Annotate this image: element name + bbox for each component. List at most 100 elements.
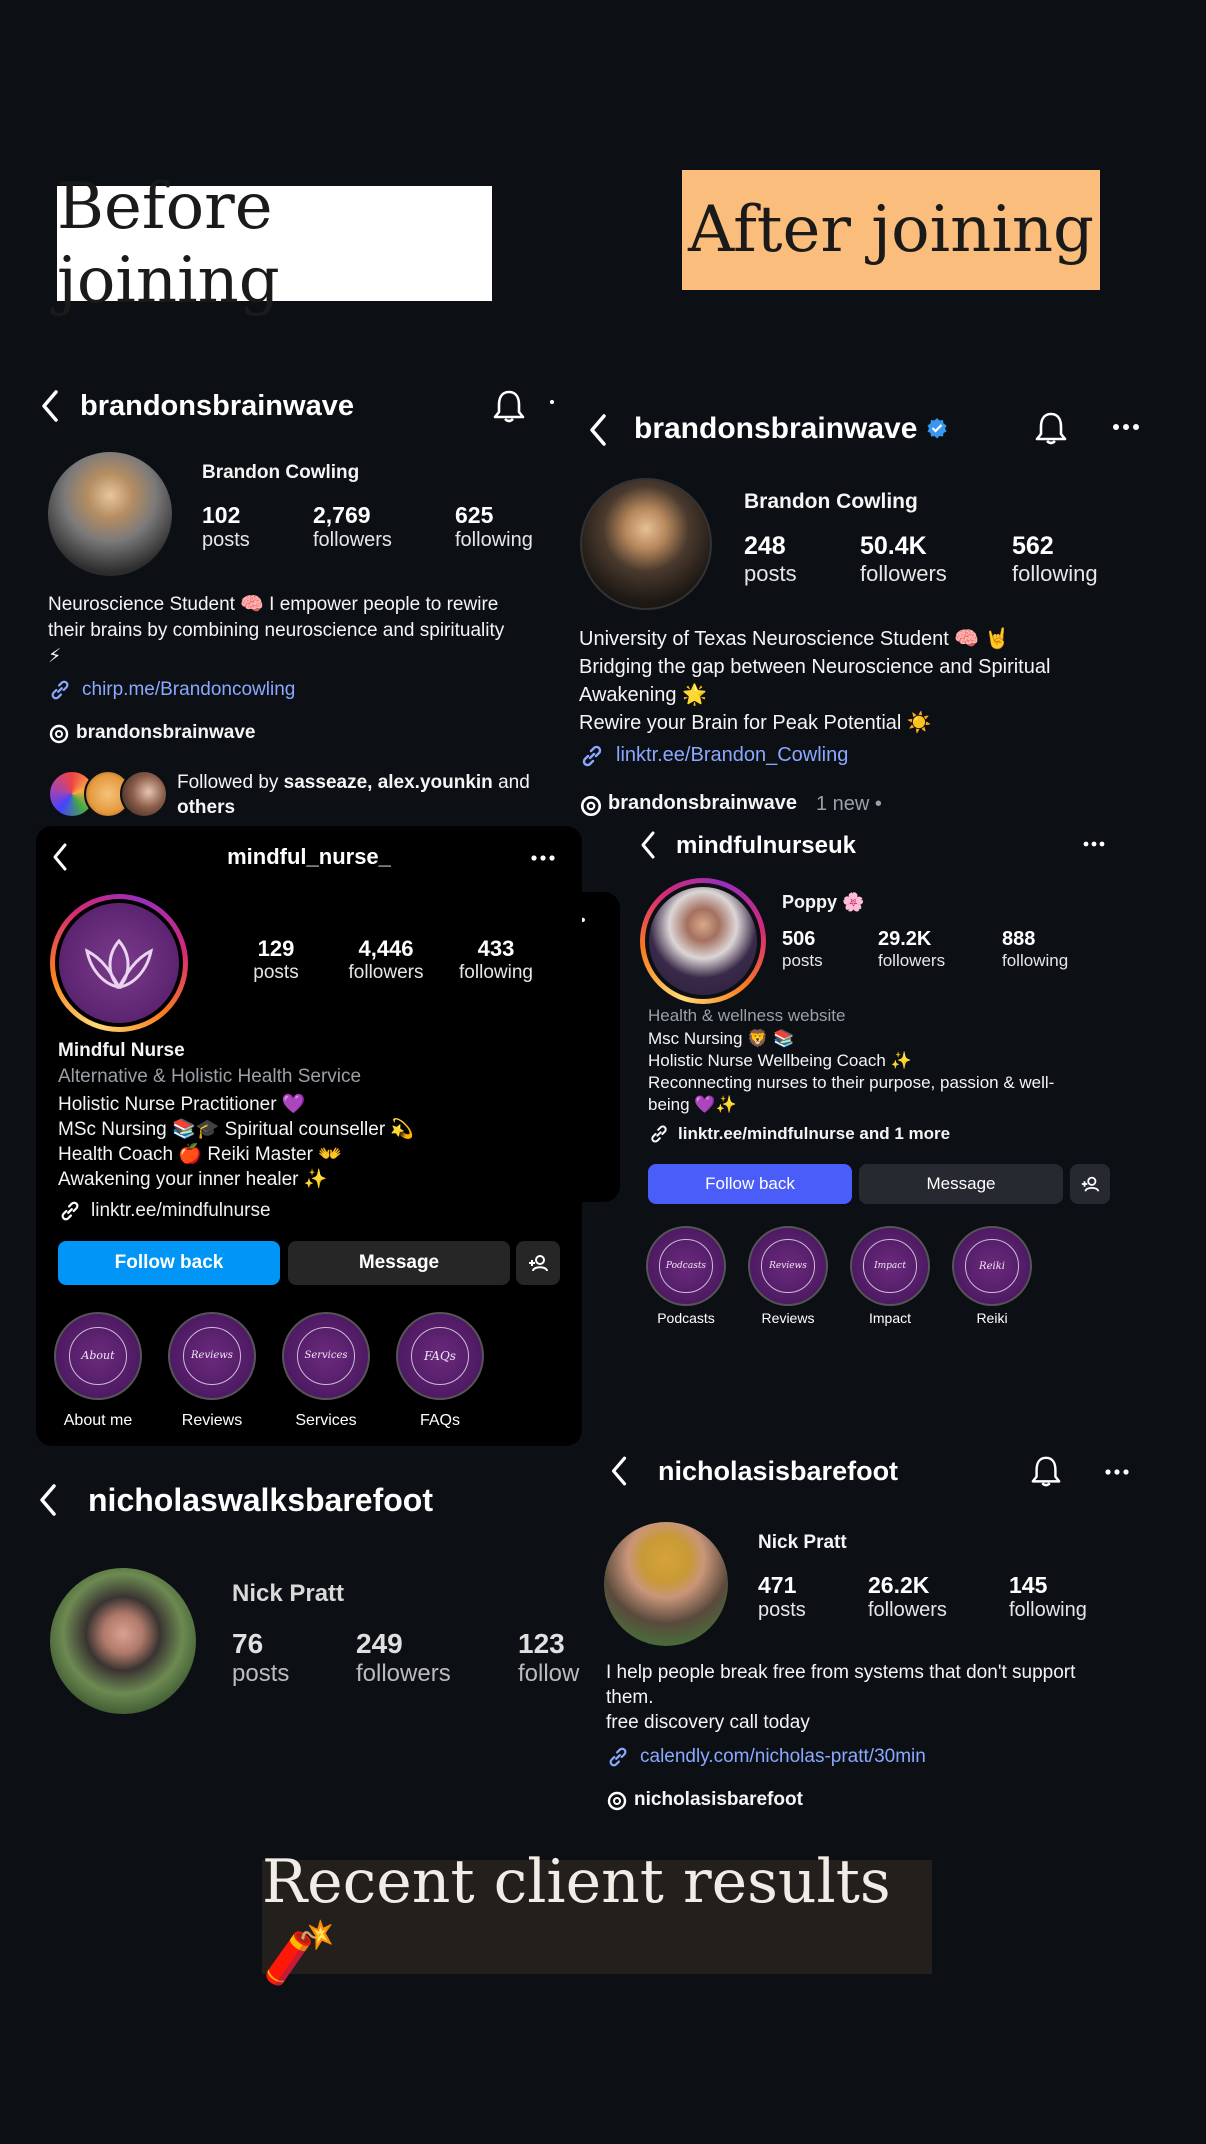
- stat-posts[interactable]: 506 posts: [782, 928, 823, 971]
- back-arrow-icon[interactable]: [38, 388, 62, 424]
- followed-by-others[interactable]: others: [177, 797, 235, 818]
- stat-posts[interactable]: 129 posts: [236, 936, 316, 984]
- bio-line: University of Texas Neuroscience Student…: [579, 628, 1010, 650]
- stat-value: 26.2K: [868, 1572, 930, 1598]
- profile-card-before-nicholas: nicholaswalksbarefoot Nick Pratt 76 post…: [22, 1462, 580, 1732]
- highlight-podcasts[interactable]: Podcasts: [646, 1226, 726, 1306]
- profile-full-name: Mindful Nurse: [58, 1040, 185, 1061]
- bio-line: Holistic Nurse Wellbeing Coach ✨: [648, 1051, 912, 1070]
- stat-following[interactable]: 625 following: [455, 502, 533, 552]
- stat-following[interactable]: 888 following: [1002, 928, 1068, 971]
- stat-value: 248: [744, 532, 786, 560]
- highlight-label: Reviews: [181, 1412, 243, 1429]
- stat-following[interactable]: 562 following: [1012, 532, 1098, 587]
- stat-label: following: [1002, 951, 1069, 970]
- avatar[interactable]: [50, 1568, 196, 1714]
- stat-following[interactable]: 123 follow: [518, 1628, 579, 1688]
- profile-link[interactable]: linktr.ee/mindfulnurse: [91, 1200, 271, 1222]
- threads-icon[interactable]: [48, 723, 70, 745]
- stat-followers[interactable]: 29.2K followers: [878, 928, 945, 971]
- threads-icon[interactable]: [579, 794, 603, 818]
- follow-back-button[interactable]: Follow back: [58, 1241, 280, 1285]
- stat-label: posts: [782, 951, 823, 970]
- profile-username: brandonsbrainwave: [80, 390, 354, 422]
- lotus-icon: [84, 938, 154, 990]
- more-options-icon[interactable]: [1112, 422, 1140, 432]
- more-options-icon[interactable]: [530, 854, 556, 862]
- profile-link[interactable]: linktr.ee/Brandon_Cowling: [616, 744, 848, 767]
- message-button[interactable]: Message: [859, 1164, 1063, 1204]
- highlight-faqs[interactable]: FAQs: [396, 1312, 484, 1400]
- more-dot-icon[interactable]: [550, 400, 554, 404]
- link-icon: [609, 1747, 627, 1767]
- profile-bio: Msc Nursing 🦁 📚 Holistic Nurse Wellbeing…: [648, 1028, 1118, 1116]
- stat-label: following: [455, 529, 533, 551]
- highlight-icon: Reviews: [761, 1239, 815, 1293]
- follow-back-button[interactable]: Follow back: [648, 1164, 852, 1204]
- suggest-user-button[interactable]: [1070, 1164, 1110, 1204]
- stat-followers[interactable]: 4,446 followers: [336, 936, 436, 984]
- threads-username[interactable]: brandonsbrainwave: [76, 722, 256, 744]
- stat-value: 625: [455, 502, 494, 528]
- stat-label: posts: [758, 1599, 806, 1621]
- stat-label: followers: [348, 962, 424, 983]
- more-options-icon[interactable]: [1082, 840, 1106, 848]
- bell-icon[interactable]: [1034, 410, 1068, 446]
- profile-username: nicholasisbarefoot: [658, 1456, 899, 1486]
- highlight-services[interactable]: Services: [282, 1312, 370, 1400]
- stat-value: 29.2K: [878, 928, 932, 950]
- stat-followers[interactable]: 2,769 followers: [313, 502, 392, 552]
- link-icon: [61, 1201, 79, 1221]
- stat-posts[interactable]: 102 posts: [202, 502, 250, 552]
- bell-icon[interactable]: [1030, 1454, 1062, 1488]
- back-arrow-icon[interactable]: [608, 1454, 630, 1488]
- stat-value: 50.4K: [860, 532, 927, 560]
- highlight-reiki[interactable]: Reiki: [952, 1226, 1032, 1306]
- stat-posts[interactable]: 471 posts: [758, 1572, 806, 1622]
- highlight-about[interactable]: About: [54, 1312, 142, 1400]
- threads-username[interactable]: nicholasisbarefoot: [634, 1789, 803, 1811]
- message-button[interactable]: Message: [288, 1241, 510, 1285]
- stat-label: following: [459, 962, 533, 983]
- stat-followers[interactable]: 26.2K followers: [868, 1572, 947, 1622]
- stat-following[interactable]: 433 following: [446, 936, 546, 984]
- profile-link[interactable]: linktr.ee/mindfulnurse and 1 more: [678, 1124, 950, 1144]
- more-options-icon[interactable]: [1104, 1468, 1130, 1476]
- avatar[interactable]: [604, 1522, 728, 1646]
- before-joining-text: Before joining: [57, 169, 280, 318]
- stat-posts[interactable]: 76 posts: [232, 1628, 289, 1688]
- threads-icon[interactable]: [606, 1790, 628, 1812]
- stat-followers[interactable]: 249 followers: [356, 1628, 451, 1688]
- add-person-icon: [529, 1255, 548, 1272]
- profile-link[interactable]: calendly.com/nicholas-pratt/30min: [640, 1746, 926, 1768]
- avatar: [645, 883, 761, 999]
- followed-by-avatars[interactable]: [48, 770, 168, 818]
- back-arrow-icon[interactable]: [586, 412, 610, 448]
- stat-posts[interactable]: 248 posts: [744, 532, 797, 587]
- stat-label: posts: [253, 962, 299, 983]
- avatar[interactable]: [48, 452, 172, 576]
- highlight-reviews[interactable]: Reviews: [168, 1312, 256, 1400]
- highlight-impact[interactable]: Impact: [850, 1226, 930, 1306]
- bio-line: MSc Nursing 📚🎓 Spiritual counseller 💫: [58, 1119, 415, 1140]
- avatar[interactable]: [580, 478, 712, 610]
- bio-line: Reconnecting nurses to their purpose, pa…: [648, 1073, 1055, 1092]
- stat-followers[interactable]: 50.4K followers: [860, 532, 947, 587]
- bio-line: free discovery call today: [606, 1712, 810, 1733]
- threads-username[interactable]: brandonsbrainwave: [608, 792, 797, 815]
- back-arrow-icon[interactable]: [638, 830, 658, 860]
- stat-value: 888: [1002, 928, 1036, 950]
- bell-icon[interactable]: [492, 388, 526, 424]
- stat-label: followers: [860, 561, 947, 586]
- avatar-story-ring[interactable]: [50, 894, 188, 1032]
- profile-link[interactable]: chirp.me/Brandoncowling: [82, 679, 295, 701]
- stat-following[interactable]: 145 following: [1009, 1572, 1087, 1622]
- back-arrow-icon[interactable]: [36, 1482, 60, 1518]
- bio-line: Bridging the gap between Neuroscience an…: [579, 656, 1051, 678]
- followed-by-names[interactable]: sasseaze, alex.younkin: [284, 772, 493, 793]
- highlight-reviews[interactable]: Reviews: [748, 1226, 828, 1306]
- avatar-story-ring[interactable]: [640, 878, 766, 1004]
- suggest-user-button[interactable]: [516, 1241, 560, 1285]
- stat-label: posts: [202, 529, 250, 551]
- after-joining-label: After joining: [682, 170, 1100, 290]
